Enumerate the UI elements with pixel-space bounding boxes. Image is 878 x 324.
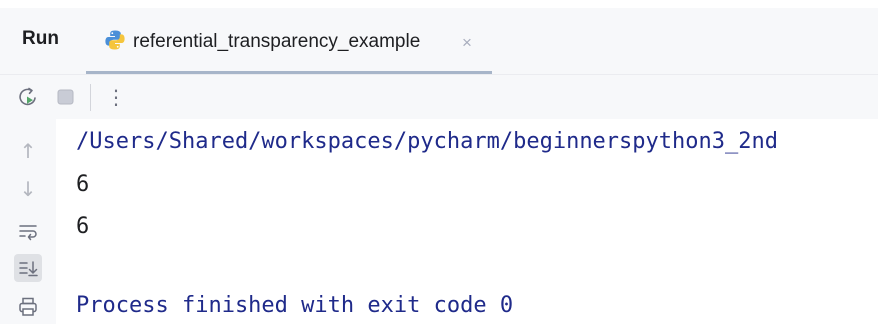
console-line-command: /Users/Shared/workspaces/pycharm/beginne…: [76, 129, 778, 154]
scroll-up-icon[interactable]: ↑: [16, 139, 40, 163]
run-title: Run: [22, 28, 59, 49]
stop-icon[interactable]: [54, 85, 78, 109]
rerun-icon[interactable]: [16, 85, 40, 109]
close-tab-icon[interactable]: ×: [462, 33, 472, 53]
more-options-icon[interactable]: ⋮: [106, 85, 126, 109]
run-toolbar: ⋮: [0, 75, 878, 119]
run-tool-window-header: Run referential_transparency_example ×: [0, 0, 878, 75]
toolbar-separator: [90, 84, 91, 111]
console-line-exit-status: Process finished with exit code 0: [76, 293, 514, 318]
console-output[interactable]: /Users/Shared/workspaces/pycharm/beginne…: [56, 119, 878, 324]
python-icon: [105, 30, 125, 50]
console-line-output: 6: [76, 172, 90, 197]
scroll-to-end-icon[interactable]: [14, 254, 42, 282]
scroll-down-icon[interactable]: ↓: [16, 177, 40, 201]
tab-referential-transparency-example[interactable]: referential_transparency_example ×: [86, 14, 492, 74]
soft-wrap-icon[interactable]: [16, 219, 40, 243]
top-spacer: [0, 0, 878, 8]
console-gutter: ↑ ↓: [0, 119, 56, 324]
console-line-output: 6: [76, 214, 90, 239]
print-icon[interactable]: [16, 295, 40, 319]
active-tab-underline: [86, 71, 492, 74]
tab-label: referential_transparency_example: [133, 31, 421, 52]
